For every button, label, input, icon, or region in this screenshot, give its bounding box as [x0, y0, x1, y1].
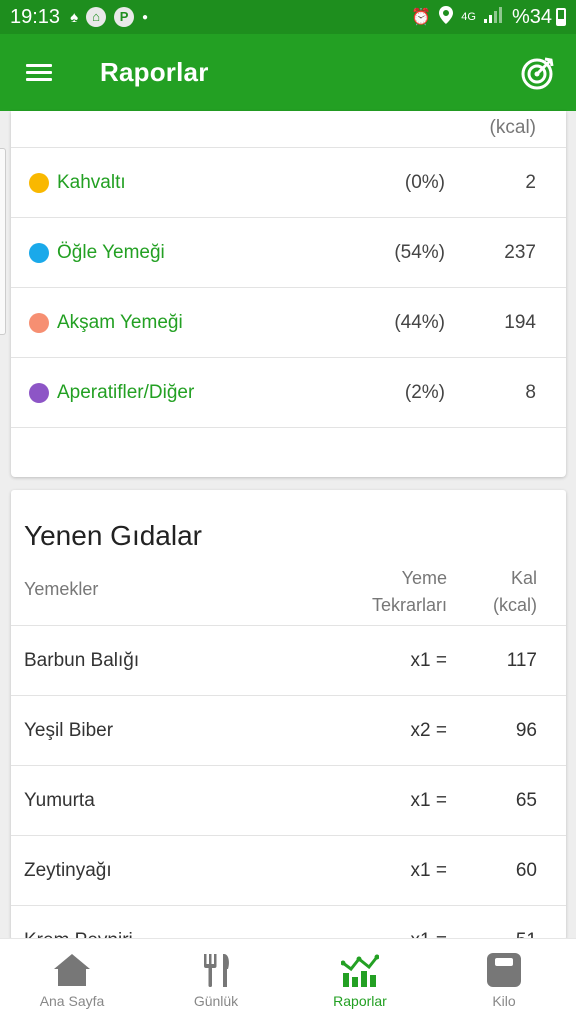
snacks-color-dot — [29, 382, 49, 403]
food-repeat: x1 = — [410, 789, 447, 811]
menu-button[interactable] — [0, 34, 78, 111]
meal-kcal: 2 — [525, 171, 536, 193]
food-row[interactable]: Barbun Balığı x1 = 117 — [11, 625, 566, 695]
battery-indicator: %34 — [512, 6, 566, 29]
meal-percent: (0%) — [404, 171, 445, 193]
food-kcal: 65 — [515, 789, 537, 811]
meal-table-footer — [11, 427, 566, 477]
status-time: 19:13 — [10, 5, 61, 28]
food-kcal: 60 — [515, 859, 537, 881]
kal-header-line2: (kcal) — [493, 595, 537, 615]
side-drawer-handle[interactable] — [0, 148, 6, 335]
meal-row-lunch[interactable]: Öğle Yemeği (54%) 237 — [11, 217, 566, 287]
goal-button[interactable] — [500, 34, 576, 111]
foods-column-header: Yemekler — [24, 579, 99, 599]
hamburger-menu-icon — [26, 60, 52, 85]
location-icon — [439, 5, 454, 29]
repeat-header-line2: Tekrarları — [371, 595, 447, 615]
repeat-header-line1: Yeme — [401, 568, 447, 588]
nav-label: Raporlar — [333, 993, 387, 1009]
nav-label: Ana Sayfa — [39, 993, 105, 1009]
meal-percent: (54%) — [394, 241, 445, 263]
meal-kcal: 237 — [504, 241, 536, 263]
app-bar: Raporlar — [0, 34, 576, 111]
nav-diary[interactable]: Günlük — [144, 939, 288, 1024]
food-kcal: 117 — [506, 649, 537, 671]
bottom-navigation: Ana Sayfa Günlük Raporlar Kilo — [0, 938, 576, 1024]
food-row[interactable]: Zeytinyağı x1 = 60 — [11, 835, 566, 905]
meal-row-dinner[interactable]: Akşam Yemeği (44%) 194 — [11, 287, 566, 357]
nav-home[interactable]: Ana Sayfa — [0, 939, 144, 1024]
food-row[interactable]: Yeşil Biber x2 = 96 — [11, 695, 566, 765]
food-name: Barbun Balığı — [24, 649, 140, 671]
meal-name: Öğle Yemeği — [57, 241, 165, 263]
repeat-column-header: Yeme Tekrarları — [372, 565, 447, 619]
scale-icon — [487, 953, 521, 987]
meal-name: Aperatifler/Diğer — [57, 381, 195, 403]
food-name: Yumurta — [24, 789, 95, 811]
accessibility-icon: ♠ — [70, 8, 79, 26]
food-repeat: x2 = — [410, 719, 447, 741]
target-icon — [521, 57, 554, 89]
kal-header-line1: Kal — [510, 568, 537, 588]
food-name: Yeşil Biber — [24, 719, 114, 741]
kcal-column-header: (kcal) — [489, 117, 536, 138]
food-row[interactable]: Yumurta x1 = 65 — [11, 765, 566, 835]
nav-label: Kilo — [492, 993, 516, 1009]
alarm-icon: ⏰ — [411, 9, 432, 26]
notification-dot-icon: ● — [142, 11, 149, 23]
home-icon — [54, 954, 90, 986]
food-repeat: x1 = — [410, 859, 447, 881]
kal-column-header: Kal (kcal) — [493, 565, 537, 619]
fork-knife-icon — [204, 954, 229, 987]
meal-percent: (44%) — [394, 311, 445, 333]
meal-kcal: 194 — [504, 311, 536, 333]
page-title: Raporlar — [100, 57, 209, 87]
signal-icon — [483, 6, 504, 28]
food-row[interactable]: Krem Peyniri x1 = 51 — [11, 905, 566, 940]
chart-icon — [341, 954, 379, 987]
battery-text: %34 — [511, 5, 552, 28]
meal-name: Kahvaltı — [57, 171, 126, 193]
breakfast-color-dot — [29, 172, 49, 193]
p-badge-icon: P — [114, 7, 135, 27]
battery-icon — [556, 8, 566, 26]
meal-row-snacks[interactable]: Aperatifler/Diğer (2%) 8 — [11, 357, 566, 427]
meal-kcal: 8 — [525, 381, 536, 403]
lunch-color-dot — [29, 242, 49, 263]
nav-weight[interactable]: Kilo — [432, 939, 576, 1024]
meal-distribution-card: (kcal) Kahvaltı (0%) 2 Öğle Yemeği (54%)… — [11, 111, 566, 477]
home-badge-icon: ⌂ — [86, 7, 107, 27]
food-kcal: 96 — [515, 719, 537, 741]
food-name: Zeytinyağı — [24, 859, 112, 881]
meal-percent: (2%) — [404, 381, 445, 403]
dinner-color-dot — [29, 312, 49, 333]
network-type: 4G — [461, 11, 476, 23]
food-repeat: x1 = — [410, 649, 447, 671]
status-bar: 19:13 ♠ ⌂ P ● ⏰ 4G %34 — [0, 0, 576, 34]
nav-label: Günlük — [193, 993, 239, 1009]
eaten-foods-title: Yenen Gıdalar — [24, 520, 202, 551]
status-right: ⏰ 4G %34 — [411, 5, 566, 29]
nav-reports[interactable]: Raporlar — [288, 939, 432, 1024]
meal-name: Akşam Yemeği — [57, 311, 183, 333]
eaten-foods-card: Yenen Gıdalar Yemekler Yeme Tekrarları K… — [11, 490, 566, 940]
meal-row-breakfast[interactable]: Kahvaltı (0%) 2 — [11, 147, 566, 217]
